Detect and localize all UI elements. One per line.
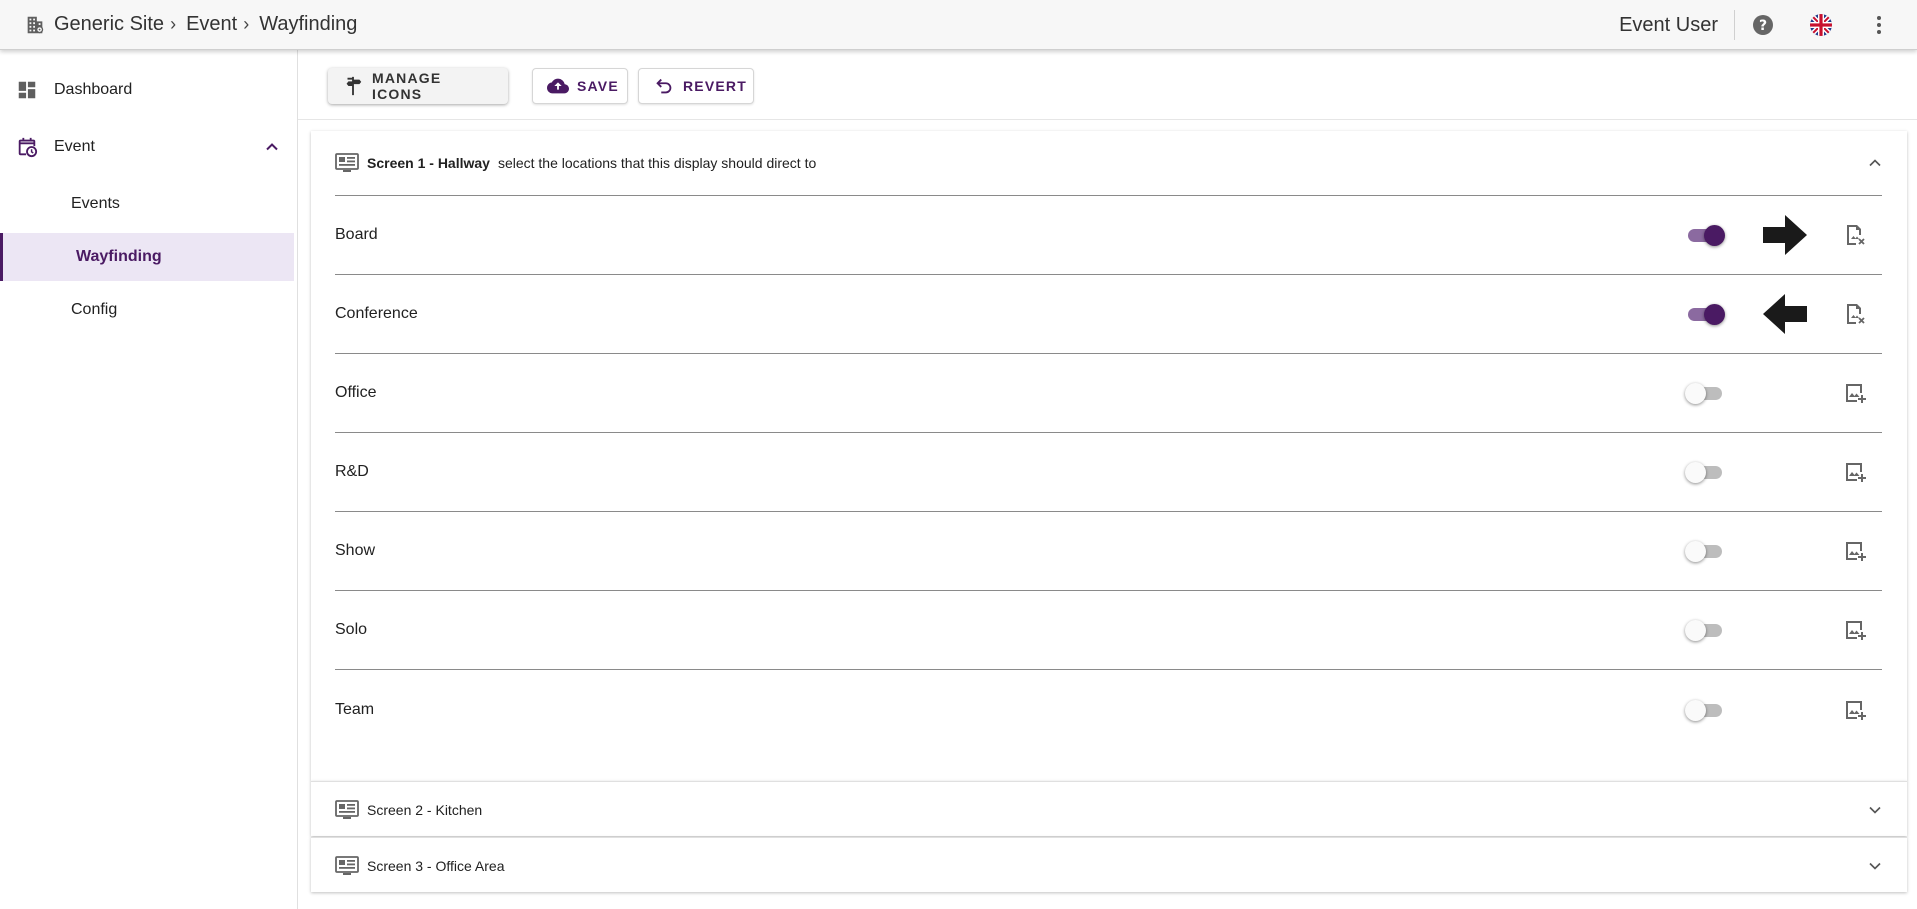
calendar-clock-icon — [16, 136, 38, 158]
sidebar-item-wayfinding[interactable]: Wayfinding — [0, 233, 294, 281]
location-row: Conference — [335, 275, 1882, 354]
manage-icons-label: Manage Icons — [372, 70, 442, 102]
panel-title-text: Screen 1 - Hallway — [367, 155, 490, 171]
chevron-up-icon[interactable] — [262, 137, 282, 157]
top-app-bar: Generic Site › Event › Wayfinding Event … — [0, 0, 1917, 50]
location-name: Board — [335, 226, 378, 243]
save-label: Save — [577, 78, 619, 94]
screen-icon — [335, 152, 359, 174]
toolbar: Manage Icons Save Revert — [298, 50, 1917, 120]
revert-label: Revert — [683, 78, 747, 94]
screen-panel: Screen 3 - Office Area — [311, 837, 1907, 892]
chevron-down-icon[interactable] — [1865, 800, 1885, 820]
undo-icon — [653, 75, 675, 97]
sidebar-item-event[interactable]: Event — [0, 123, 294, 171]
sidebar-item-label: Config — [71, 301, 118, 318]
location-toggle[interactable] — [1685, 381, 1725, 405]
sidebar-item-config[interactable]: Config — [0, 286, 294, 334]
sidebar-item-label: Event — [54, 138, 95, 155]
location-name: Show — [335, 542, 376, 559]
chevron-up-icon[interactable] — [1865, 153, 1885, 173]
cloud-upload-icon — [547, 75, 569, 97]
remove-image-icon[interactable] — [1843, 223, 1867, 247]
screen-panel: Screen 1 - Hallway select the locations t… — [311, 131, 1907, 781]
sidebar-item-label: Events — [71, 195, 120, 212]
screen-icon — [335, 799, 359, 821]
panel-title: Screen 1 - Hallway select the locations t… — [367, 155, 816, 171]
location-name: R&D — [335, 463, 369, 480]
location-toggle[interactable] — [1685, 618, 1725, 642]
breadcrumb-separator: › — [170, 14, 177, 34]
location-row: Team — [335, 670, 1882, 749]
sidebar: Dashboard Event Events Wayfinding Config — [0, 50, 298, 909]
location-list: Board Conference Office R&D Show Solo Te… — [335, 195, 1882, 749]
panel-header[interactable]: Screen 2 - Kitchen — [311, 782, 1907, 837]
more-vert-icon[interactable] — [1865, 11, 1893, 39]
add-image-icon[interactable] — [1843, 698, 1867, 722]
sidebar-item-dashboard[interactable]: Dashboard — [0, 66, 294, 114]
location-row: Office — [335, 354, 1882, 433]
panel-title: Screen 2 - Kitchen — [367, 801, 483, 818]
sidebar-item-label: Dashboard — [54, 81, 133, 98]
location-row: R&D — [335, 433, 1882, 512]
add-image-icon[interactable] — [1843, 460, 1867, 484]
panel-header[interactable]: Screen 3 - Office Area — [311, 838, 1907, 893]
sidebar-item-events[interactable]: Events — [0, 180, 294, 228]
right-arrow-icon[interactable] — [1763, 215, 1807, 255]
uk-flag-icon[interactable] — [1807, 11, 1835, 39]
revert-button[interactable]: Revert — [638, 68, 754, 104]
panel-subtitle: select the locations that this display s… — [497, 155, 817, 171]
location-name: Team — [335, 700, 375, 718]
save-button[interactable]: Save — [532, 68, 628, 104]
add-image-icon[interactable] — [1843, 618, 1867, 642]
location-row: Show — [335, 512, 1882, 591]
svg-text:?: ? — [1759, 18, 1767, 34]
user-name[interactable]: Event User — [1619, 14, 1734, 37]
location-toggle[interactable] — [1685, 698, 1725, 722]
location-row: Board — [335, 196, 1882, 275]
breadcrumb: Generic Site › Event › Wayfinding — [24, 13, 357, 36]
chevron-down-icon[interactable] — [1865, 856, 1885, 876]
sidebar-item-label: Wayfinding — [76, 248, 162, 265]
location-toggle[interactable] — [1685, 302, 1725, 326]
location-name: Office — [335, 384, 377, 401]
breadcrumb-separator: › — [243, 14, 250, 34]
location-toggle[interactable] — [1685, 223, 1725, 247]
add-image-icon[interactable] — [1843, 539, 1867, 563]
screen-icon — [335, 855, 359, 877]
location-name: Solo — [335, 621, 368, 638]
location-toggle[interactable] — [1685, 460, 1725, 484]
panel-header[interactable]: Screen 1 - Hallway select the locations t… — [311, 131, 1907, 195]
breadcrumb-site[interactable]: Generic Site — [54, 13, 164, 36]
location-name: Conference — [335, 305, 418, 322]
building-icon — [24, 14, 46, 36]
left-arrow-icon[interactable] — [1763, 294, 1807, 334]
breadcrumb-wayfinding: Wayfinding — [259, 13, 358, 35]
breadcrumb-event[interactable]: Event — [186, 13, 237, 36]
screen-panel: Screen 2 - Kitchen — [311, 781, 1907, 836]
location-row: Solo — [335, 591, 1882, 670]
add-image-icon[interactable] — [1843, 381, 1867, 405]
remove-image-icon[interactable] — [1843, 302, 1867, 326]
divider — [1734, 10, 1735, 40]
location-toggle[interactable] — [1685, 539, 1725, 563]
dashboard-icon — [16, 79, 38, 101]
manage-icons-button[interactable]: Manage Icons — [328, 68, 508, 104]
help-circle-icon[interactable]: ? — [1749, 11, 1777, 39]
signpost-icon — [342, 75, 364, 97]
panel-title: Screen 3 - Office Area — [367, 857, 505, 874]
